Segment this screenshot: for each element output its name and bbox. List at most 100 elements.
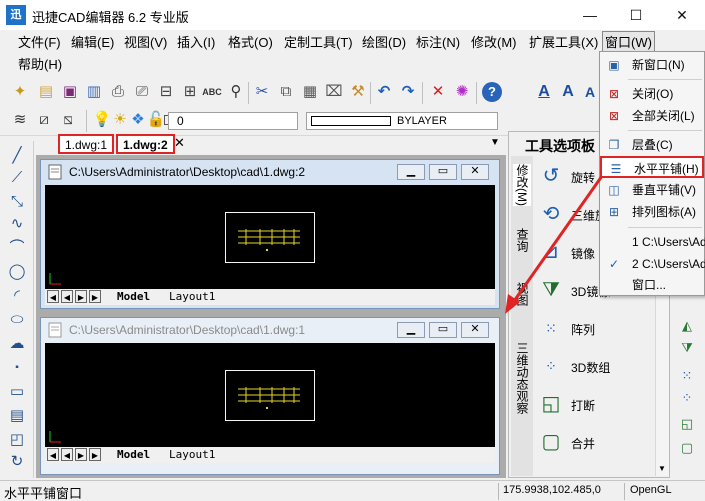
- layer-states-icon[interactable]: ⧄: [34, 110, 54, 130]
- text-edit-icon[interactable]: A: [580, 82, 600, 102]
- match-properties-icon[interactable]: ⌧: [324, 82, 344, 102]
- revision-cloud-icon[interactable]: ☁: [6, 333, 28, 355]
- mirror-tool-icon[interactable]: ◭: [678, 317, 696, 335]
- menu-item-windows[interactable]: 窗口...: [600, 274, 704, 296]
- tab-doc-2[interactable]: 1.dwg:2: [116, 134, 175, 154]
- undo-icon[interactable]: ↶: [374, 82, 394, 102]
- purge-icon[interactable]: ✺: [452, 82, 472, 102]
- arc-tool-icon[interactable]: ◜: [6, 285, 28, 307]
- brush-icon[interactable]: ⚒: [348, 82, 368, 102]
- spell-check-icon[interactable]: ABC: [202, 82, 222, 102]
- menu-item-new-window[interactable]: ▣ 新窗口(N): [600, 54, 704, 76]
- save-as-icon[interactable]: ▥: [84, 82, 104, 102]
- last-layout-button[interactable]: ▶: [89, 448, 101, 461]
- text-style-icon[interactable]: A: [534, 82, 554, 102]
- arc-line-icon[interactable]: ⌒: [6, 237, 28, 259]
- tab-doc-1[interactable]: 1.dwg:1: [58, 134, 115, 154]
- new-file-icon[interactable]: ✦: [10, 82, 30, 102]
- menu-window[interactable]: 窗口(W): [602, 31, 655, 53]
- menu-item-cascade[interactable]: ❐ 层叠(C): [600, 134, 704, 156]
- menu-extended-tools[interactable]: 扩展工具(X): [527, 32, 600, 54]
- construction-line-icon[interactable]: ⤡: [6, 191, 28, 213]
- menu-edit[interactable]: 编辑(E): [69, 32, 116, 54]
- print-preview-icon[interactable]: ⎚: [132, 82, 152, 102]
- document-window-top[interactable]: C:\Users\Administrator\Desktop\cad\1.dwg…: [40, 159, 500, 309]
- menu-file[interactable]: 文件(F): [16, 32, 63, 54]
- publish-icon[interactable]: ⊞: [180, 82, 200, 102]
- close-button[interactable]: ✕: [659, 0, 705, 30]
- menu-item-arrange-icons[interactable]: ⊞ 排列图标(A): [600, 201, 704, 223]
- layer-on-icon[interactable]: 💡: [92, 110, 112, 130]
- print-icon[interactable]: ⎙: [108, 82, 128, 102]
- open-file-icon[interactable]: ▤: [36, 82, 56, 102]
- drawing-canvas[interactable]: [45, 185, 495, 289]
- array-tool-icon[interactable]: ⁙: [678, 367, 696, 385]
- minimize-button[interactable]: —: [567, 0, 613, 30]
- spline-tool-icon[interactable]: ∿: [6, 213, 28, 235]
- prev-layout-button[interactable]: ◀: [61, 290, 73, 303]
- menu-insert[interactable]: 插入(I): [175, 32, 217, 54]
- drawing-canvas[interactable]: [45, 343, 495, 447]
- menu-view[interactable]: 视图(V): [122, 32, 169, 54]
- delete-icon[interactable]: ✕: [428, 82, 448, 102]
- multiline-text-icon[interactable]: A: [558, 82, 578, 102]
- doc-close-button[interactable]: ✕: [461, 164, 489, 180]
- vtab-3d-orbit[interactable]: 三维动态观察: [513, 342, 531, 414]
- point-tool-icon[interactable]: ▪: [6, 357, 28, 379]
- doc-maximize-button[interactable]: ▭: [429, 322, 457, 338]
- join-tool-icon[interactable]: ▢: [678, 439, 696, 457]
- maximize-button[interactable]: ☐: [613, 0, 659, 30]
- doc-close-button[interactable]: ✕: [461, 322, 489, 338]
- vtab-view[interactable]: 视图: [513, 282, 531, 306]
- polyline-tool-icon[interactable]: ⟋: [6, 167, 28, 189]
- menu-draw[interactable]: 绘图(D): [360, 32, 408, 54]
- vtab-modify[interactable]: 修改(M): [513, 164, 531, 206]
- rectangle-tool-icon[interactable]: ▭: [6, 381, 28, 403]
- vtab-inquiry[interactable]: 查询: [513, 228, 531, 252]
- tab-model[interactable]: Model: [117, 289, 150, 305]
- layer-manager-icon[interactable]: ≋: [10, 110, 30, 130]
- doc-maximize-button[interactable]: ▭: [429, 164, 457, 180]
- line-tool-icon[interactable]: ╱: [6, 145, 28, 167]
- next-layout-button[interactable]: ▶: [75, 448, 87, 461]
- first-layout-button[interactable]: ◀: [47, 290, 59, 303]
- first-layout-button[interactable]: ◀: [47, 448, 59, 461]
- next-layout-button[interactable]: ▶: [75, 290, 87, 303]
- menu-item-window-1[interactable]: 1 C:\Users\Ad: [600, 231, 705, 253]
- layer-previous-icon[interactable]: ⧅: [58, 110, 78, 130]
- layer-unlock-icon[interactable]: 🔓: [146, 110, 166, 130]
- document-window-bottom[interactable]: C:\Users\Administrator\Desktop\cad\1.dwg…: [40, 317, 500, 475]
- menu-help[interactable]: 帮助(H): [16, 54, 64, 76]
- menu-dimension[interactable]: 标注(N): [414, 32, 462, 54]
- menu-format[interactable]: 格式(O): [226, 32, 275, 54]
- layer-thaw-icon[interactable]: ☀: [110, 110, 130, 130]
- break-tool-icon[interactable]: ◱: [678, 415, 696, 433]
- tab-layout1[interactable]: Layout1: [169, 289, 215, 305]
- ellipse-tool-icon[interactable]: ⬭: [6, 309, 28, 331]
- doc-minimize-button[interactable]: ▁: [397, 322, 425, 338]
- lineweight-select[interactable]: BYLAYER: [306, 112, 498, 130]
- help-icon[interactable]: ?: [482, 82, 502, 102]
- menu-item-close-all[interactable]: ⊠ 全部关闭(L): [600, 105, 704, 127]
- cut-icon[interactable]: ✂: [252, 82, 272, 102]
- hatch-tool-icon[interactable]: ▤: [6, 405, 28, 427]
- save-icon[interactable]: ▣: [60, 82, 80, 102]
- 3d-array-tool-icon[interactable]: ⁘: [678, 389, 696, 407]
- window-titlebar[interactable]: C:\Users\Administrator\Desktop\cad\1.dwg…: [41, 160, 499, 184]
- tab-layout1[interactable]: Layout1: [169, 447, 215, 463]
- last-layout-button[interactable]: ▶: [89, 290, 101, 303]
- menu-item-close[interactable]: ⊠ 关闭(O): [600, 83, 704, 105]
- rotate-view-icon[interactable]: ↻: [6, 451, 28, 473]
- tab-model[interactable]: Model: [117, 447, 150, 463]
- menu-modify[interactable]: 修改(M): [469, 32, 519, 54]
- menu-item-tile-vertical[interactable]: ◫ 垂直平铺(V): [600, 179, 704, 201]
- tab-close-icon[interactable]: ✕: [174, 135, 185, 151]
- menu-item-window-2[interactable]: ✓ 2 C:\Users\Ad: [600, 253, 705, 275]
- layer-select[interactable]: 0: [168, 112, 298, 130]
- menu-item-tile-horizontal[interactable]: ☰ 水平平铺(H): [600, 156, 704, 178]
- find-icon[interactable]: ⚲: [226, 82, 246, 102]
- paste-icon[interactable]: ▦: [300, 82, 320, 102]
- circle-tool-icon[interactable]: ◯: [6, 261, 28, 283]
- scroll-down-icon[interactable]: ▼: [658, 464, 666, 473]
- prev-layout-button[interactable]: ◀: [61, 448, 73, 461]
